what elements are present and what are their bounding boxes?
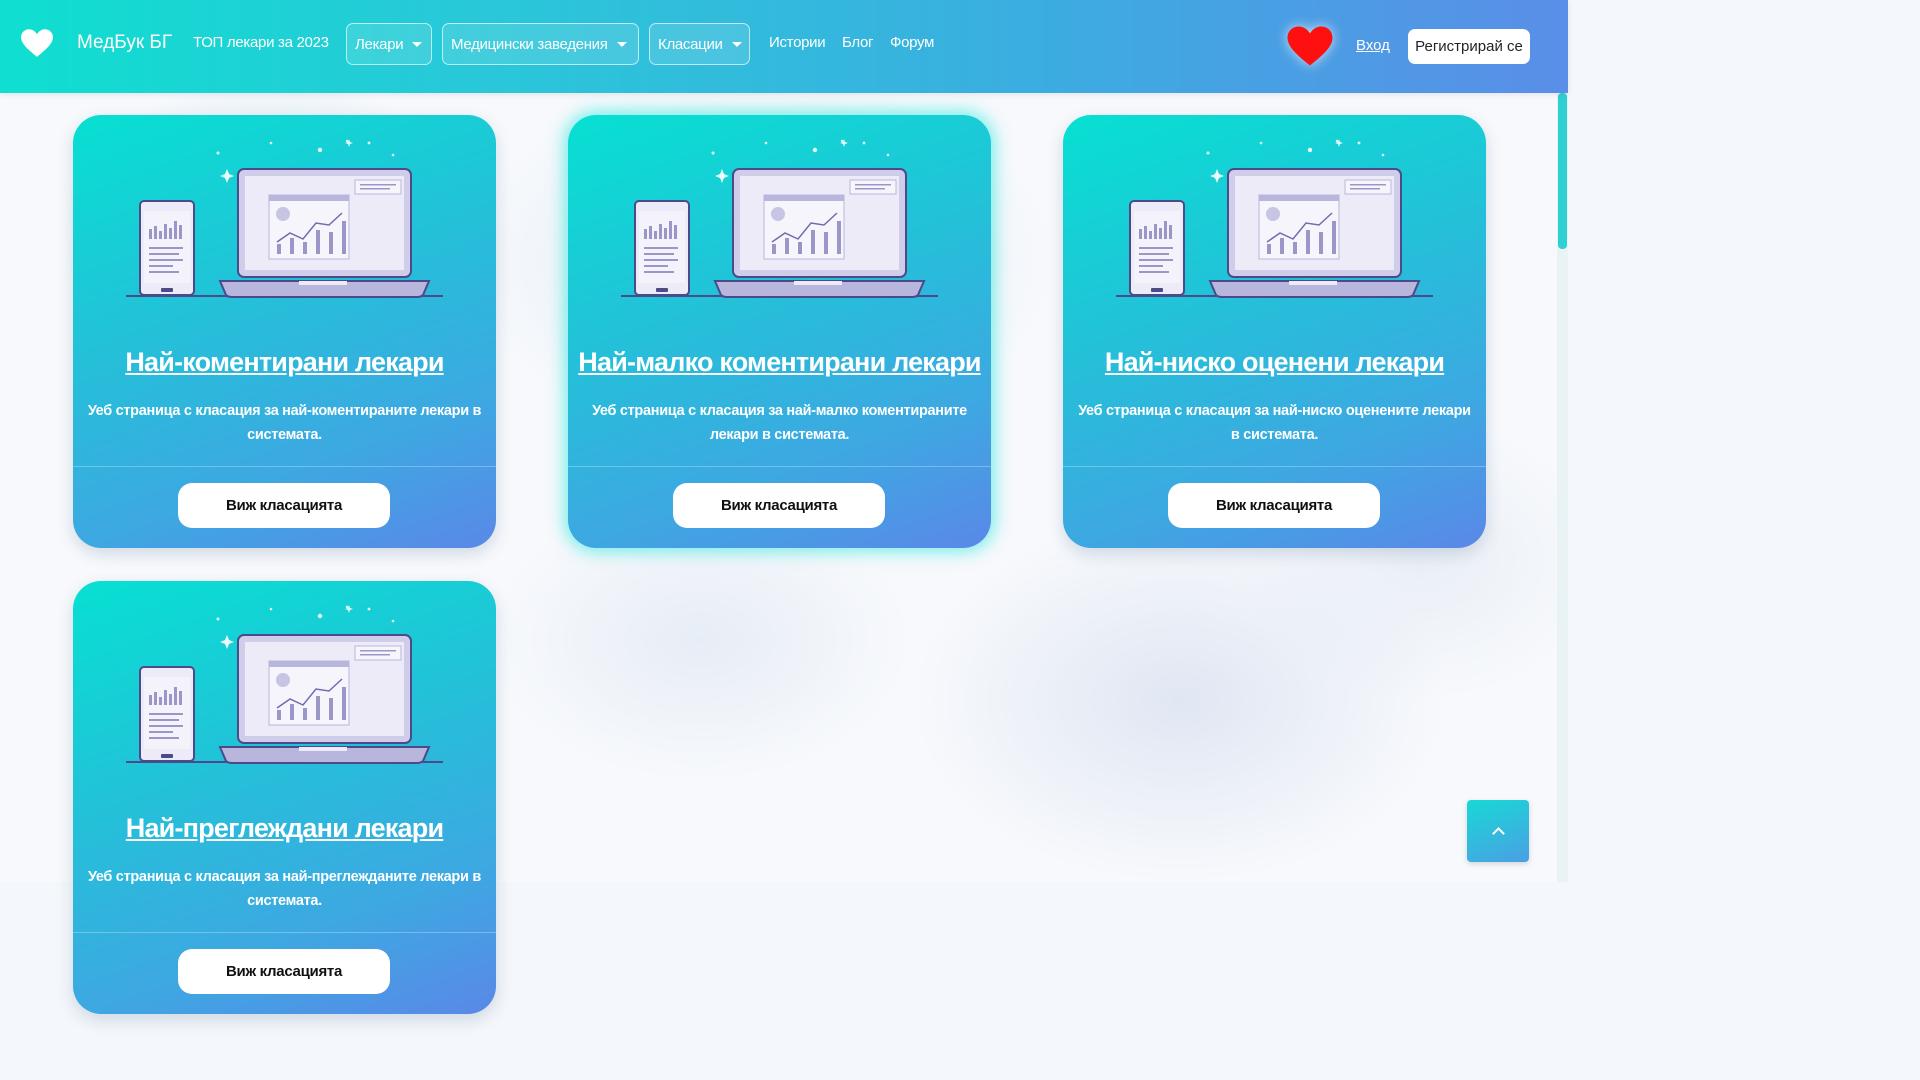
card-title-link[interactable]: Най-ниско оценени лекари bbox=[1063, 347, 1486, 378]
navbar: МедБук БГ ТОП лекари за 2023 Лекари Меди… bbox=[0, 0, 1568, 93]
chevron-up-icon bbox=[1491, 826, 1505, 840]
caret-down-icon bbox=[731, 41, 742, 47]
page-scrollbar[interactable] bbox=[1557, 93, 1568, 882]
ranking-card: Най-преглеждани лекари Уеб страница с кл… bbox=[73, 581, 496, 1014]
devices-illustration-icon bbox=[126, 139, 443, 298]
card-description: Уеб страница с класация за най-ниско оце… bbox=[1078, 403, 1471, 443]
dropdown-facilities-label: Медицински заведения bbox=[451, 35, 608, 53]
card-description: Уеб страница с класация за най-преглежда… bbox=[88, 869, 481, 909]
card-divider bbox=[1063, 466, 1486, 467]
brand-name[interactable]: МедБук БГ bbox=[77, 32, 172, 54]
ranking-card: Най-малко коментирани лекари Уеб страниц… bbox=[568, 115, 991, 548]
view-ranking-button[interactable]: Виж класацията bbox=[673, 483, 885, 528]
nav-forum[interactable]: Форум bbox=[890, 34, 934, 51]
view-ranking-button[interactable]: Виж класацията bbox=[178, 483, 390, 528]
favorites-heart-icon[interactable] bbox=[1286, 25, 1334, 67]
dropdown-doctors[interactable]: Лекари bbox=[346, 23, 432, 65]
scrollbar-thumb[interactable] bbox=[1558, 93, 1567, 249]
caret-down-icon bbox=[412, 41, 423, 47]
devices-illustration-icon bbox=[126, 605, 443, 764]
dropdown-rankings-label: Класации bbox=[658, 35, 723, 53]
dropdown-doctors-label: Лекари bbox=[355, 35, 404, 53]
caret-down-icon bbox=[616, 41, 627, 47]
devices-illustration-icon bbox=[621, 139, 938, 298]
card-description: Уеб страница с класация за най-коментира… bbox=[87, 403, 482, 443]
scroll-to-top-button[interactable] bbox=[1467, 800, 1529, 862]
card-divider bbox=[73, 932, 496, 933]
dropdown-facilities[interactable]: Медицински заведения bbox=[442, 23, 639, 65]
view-ranking-button[interactable]: Виж класацията bbox=[1168, 483, 1380, 528]
card-title-link[interactable]: Най-малко коментирани лекари bbox=[568, 347, 991, 378]
card-title-link[interactable]: Най-коментирани лекари bbox=[73, 347, 496, 378]
nav-blog[interactable]: Блог bbox=[842, 34, 874, 51]
devices-illustration-icon bbox=[1116, 139, 1433, 298]
login-link[interactable]: Вход bbox=[1356, 37, 1390, 54]
dropdown-rankings[interactable]: Класации bbox=[649, 23, 750, 65]
ranking-card: Най-ниско оценени лекари Уеб страница с … bbox=[1063, 115, 1486, 548]
ranking-card: Най-коментирани лекари Уеб страница с кл… bbox=[73, 115, 496, 548]
nav-top-doctors[interactable]: ТОП лекари за 2023 bbox=[193, 34, 329, 51]
card-title-link[interactable]: Най-преглеждани лекари bbox=[73, 813, 496, 844]
nav-stories[interactable]: Истории bbox=[769, 34, 826, 51]
view-ranking-button[interactable]: Виж класацията bbox=[178, 949, 390, 994]
card-divider bbox=[568, 466, 991, 467]
register-button[interactable]: Регистрирай се bbox=[1408, 29, 1530, 64]
card-description: Уеб страница с класация за най-малко ком… bbox=[592, 403, 967, 443]
brand-heart-icon[interactable] bbox=[20, 28, 54, 58]
card-divider bbox=[73, 466, 496, 467]
